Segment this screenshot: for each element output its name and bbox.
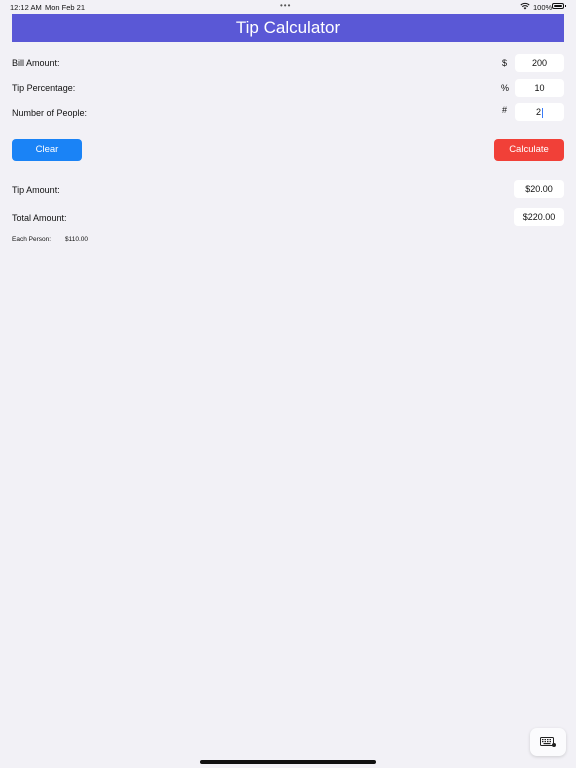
tip-percentage-input[interactable]: 10 [515,79,564,97]
bill-amount-input[interactable]: 200 [515,54,564,72]
battery-percent: 100% [533,3,553,12]
status-date: Mon Feb 21 [45,3,86,12]
number-of-people-input[interactable]: 2 [515,103,564,121]
status-time: 12:12 AM [10,3,42,12]
hash-symbol: # [502,105,508,115]
total-amount-label: Total Amount: [12,213,67,223]
text-cursor [542,107,543,118]
tip-percentage-label: Tip Percentage: [12,83,76,93]
status-bar: 12:12 AM Mon Feb 21 ••• 100% [0,0,576,14]
total-amount-value: $220.00 [514,208,564,226]
bill-amount-label: Bill Amount: [12,58,60,68]
multitasking-dots-icon[interactable]: ••• [280,1,291,10]
percent-symbol: % [501,83,510,93]
battery-icon [552,3,566,9]
calculate-button[interactable]: Calculate [494,139,564,161]
keyboard-icon [540,737,556,747]
each-person-value: $110.00 [65,236,89,243]
keyboard-toggle-button[interactable] [530,728,566,756]
clear-button[interactable]: Clear [12,139,82,161]
home-indicator[interactable] [200,760,376,764]
each-person-label: Each Person: [12,236,52,243]
page-title: Tip Calculator [12,14,564,42]
number-of-people-label: Number of People: [12,108,88,118]
wifi-icon [520,2,530,10]
tip-amount-value: $20.00 [514,180,564,198]
number-of-people-value: 2 [535,107,541,117]
dollar-symbol: $ [502,58,508,68]
tip-amount-label: Tip Amount: [12,185,60,195]
